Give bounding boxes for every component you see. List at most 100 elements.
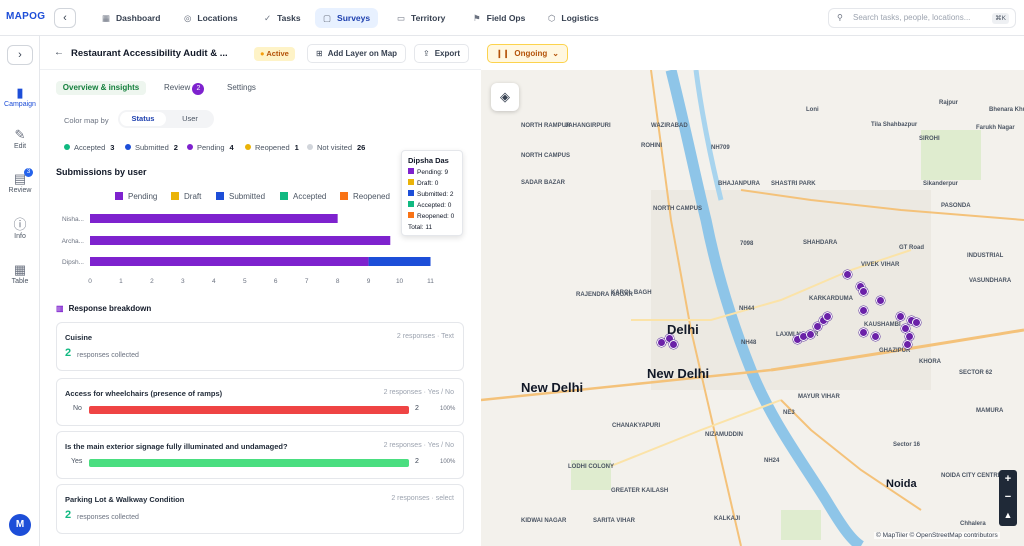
survey-point-marker[interactable] xyxy=(903,340,912,349)
tooltip-row: Pending: 9 xyxy=(408,168,448,176)
map-label: BHAJANPURA xyxy=(718,181,761,187)
survey-point-marker[interactable] xyxy=(896,312,905,321)
rail-item-review[interactable]: ▤ Review 3 xyxy=(0,168,40,194)
map-label: SECTOR 62 xyxy=(959,370,993,376)
tooltip-text: Reopened: 0 xyxy=(417,213,455,220)
question-title: Cuisine xyxy=(65,333,93,342)
nav-locations[interactable]: ◎ Locations xyxy=(176,8,246,28)
answer-percent: 100% xyxy=(440,459,456,465)
survey-point-marker[interactable] xyxy=(912,318,921,327)
app-logo[interactable]: MAPOG xyxy=(6,11,45,22)
toggle-status[interactable]: Status xyxy=(120,112,166,126)
bar-pending-2[interactable] xyxy=(90,257,369,266)
bar-pending-0[interactable] xyxy=(90,214,338,223)
color-map-toggle: Status User xyxy=(118,110,214,128)
breakdown-heading: ▥ Response breakdown xyxy=(56,304,152,313)
back-button[interactable]: ‹ xyxy=(54,8,76,28)
map-label: Sector 16 xyxy=(893,442,921,448)
map-label: KAROL BAGH xyxy=(611,290,652,296)
map-label: NORTH RAMPUR xyxy=(521,123,571,129)
map-label: SHASTRI PARK xyxy=(771,181,816,187)
response-note: responses collected xyxy=(77,514,139,521)
bar-submitted-2[interactable] xyxy=(368,257,431,266)
survey-point-marker[interactable] xyxy=(669,340,678,349)
rail-item-campaign[interactable]: ▮ Campaign xyxy=(0,84,40,108)
nav-tasks[interactable]: ✓ Tasks xyxy=(256,8,309,28)
top-bar: MAPOG ‹ ▦ Dashboard ◎ Locations ✓ Tasks ▢ Surve… xyxy=(0,0,1024,36)
nav-territory[interactable]: ▭ Territory xyxy=(389,8,453,28)
expand-rail-button[interactable]: › xyxy=(7,45,33,65)
search-input[interactable]: ⚲ Search tasks, people, locations... ⌘K xyxy=(828,8,1016,28)
zoom-in-button[interactable]: + xyxy=(999,470,1017,488)
toggle-user[interactable]: User xyxy=(168,112,212,126)
legend-swatch-accepted xyxy=(280,192,288,200)
question-card-signage: Is the main exterior signage fully illum… xyxy=(56,431,464,479)
nav-field-ops[interactable]: ⚑ Field Ops xyxy=(465,8,533,28)
layers-toggle-button[interactable]: ◈ xyxy=(491,83,519,111)
nav-label: Surveys xyxy=(337,13,371,23)
tab-overview[interactable]: Overview & insights xyxy=(56,81,146,95)
map-label: SIROHI xyxy=(919,136,940,142)
status-count-submitted: Submitted 2 xyxy=(125,143,178,152)
survey-point-marker[interactable] xyxy=(806,330,815,339)
rail-badge: 3 xyxy=(24,168,33,177)
survey-point-marker[interactable] xyxy=(823,312,832,321)
status-count: 26 xyxy=(357,143,366,152)
tab-review[interactable]: Review 2 xyxy=(164,81,205,95)
status-label: Not visited xyxy=(317,143,353,152)
chevron-right-icon: › xyxy=(18,49,22,61)
map-view[interactable]: Loni Rajpur Bhenara Khurd Tila Shahbazpur Fa… xyxy=(481,70,1024,546)
survey-point-marker[interactable] xyxy=(859,287,868,296)
nav-surveys[interactable]: ▢ Surveys xyxy=(315,8,379,28)
status-dropdown[interactable]: ❙❙ Ongoing ⌄ xyxy=(487,44,568,63)
x-tick-label: 10 xyxy=(396,278,404,285)
location-pin-icon: ◎ xyxy=(184,13,192,23)
map-label: GT Road xyxy=(899,245,924,251)
nav-dashboard[interactable]: ▦ Dashboard xyxy=(94,8,168,28)
review-icon: ▤ xyxy=(13,171,27,186)
rail-item-table[interactable]: ▦ Table xyxy=(0,261,40,285)
map-label: NIZAMUDDIN xyxy=(705,432,743,438)
map-label: NORTH CAMPUS xyxy=(653,206,702,212)
bar-pending-1[interactable] xyxy=(90,236,391,245)
survey-point-marker[interactable] xyxy=(859,306,868,315)
rail-item-info[interactable]: ⓘ Info xyxy=(0,216,40,240)
survey-point-marker[interactable] xyxy=(871,332,880,341)
status-dot xyxy=(245,144,251,150)
map-label: GHAZIPUR xyxy=(879,348,911,354)
clipboard-icon: ▢ xyxy=(323,13,332,23)
tooltip-swatch xyxy=(408,168,414,174)
rail-label: Campaign xyxy=(4,101,36,108)
add-layer-button[interactable]: ⊞ Add Layer on Map xyxy=(307,44,407,63)
response-note: responses collected xyxy=(77,352,139,359)
tooltip-text: Accepted: 0 xyxy=(417,202,452,209)
answer-label: No xyxy=(73,405,82,412)
compass-icon[interactable]: ▲ xyxy=(999,506,1017,524)
arrow-left-icon[interactable]: ← xyxy=(54,47,64,58)
status-count-pending: Pending 4 xyxy=(187,143,234,152)
export-button[interactable]: ⇪ Export xyxy=(414,44,470,63)
x-tick-label: 3 xyxy=(181,278,185,285)
map-label: SHAHDARA xyxy=(803,240,838,246)
tasks-icon: ✓ xyxy=(264,13,272,23)
nav-logistics[interactable]: ⬡ Logistics xyxy=(540,8,607,28)
map-label: 7098 xyxy=(740,241,754,247)
layers-icon: ◈ xyxy=(500,89,510,104)
x-tick-label: 5 xyxy=(243,278,247,285)
tooltip-row: Submitted: 2 xyxy=(408,190,454,198)
rail-item-edit[interactable]: ✎ Edit xyxy=(0,126,40,150)
map-attribution: © MapTiler © OpenStreetMap contributors xyxy=(874,532,1000,539)
rail-label: Review xyxy=(8,187,32,194)
tab-settings[interactable]: Settings xyxy=(227,81,256,95)
zoom-out-button[interactable]: − xyxy=(999,488,1017,506)
map-label: JAHANGIRPURI xyxy=(565,123,611,129)
x-tick-label: 2 xyxy=(150,278,154,285)
survey-header: ← Restaurant Accessibility Audit & ... ●… xyxy=(40,36,568,70)
user-avatar[interactable]: M xyxy=(9,514,31,536)
survey-point-marker[interactable] xyxy=(859,328,868,337)
survey-point-marker[interactable] xyxy=(843,270,852,279)
nav-label: Field Ops xyxy=(486,13,526,23)
tooltip-row: Reopened: 0 xyxy=(408,212,454,220)
status-dot xyxy=(125,144,131,150)
survey-point-marker[interactable] xyxy=(876,296,885,305)
